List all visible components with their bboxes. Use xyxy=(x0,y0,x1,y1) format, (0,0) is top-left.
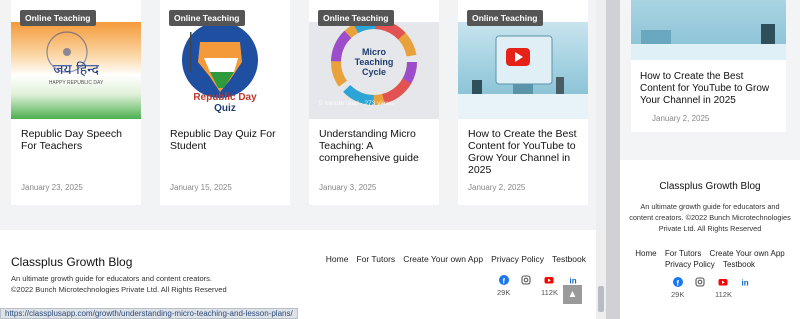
republic-day-image-text: Republic Day xyxy=(193,92,257,103)
post-date: January 23, 2025 xyxy=(21,183,83,192)
footer-link-for-tutors[interactable]: For Tutors xyxy=(665,249,701,258)
youtube-count: 112K xyxy=(541,288,558,297)
quiz-image-text: Quiz xyxy=(214,103,236,114)
facebook-link[interactable]: f 29K xyxy=(671,277,684,299)
jai-hind-text: जय हिन्द xyxy=(53,62,99,78)
main-pane: Online Teaching जय हिन्द HAPPY REPUBLIC … xyxy=(0,0,606,319)
post-date: January 3, 2025 xyxy=(319,183,377,192)
category-badge[interactable]: Online Teaching xyxy=(20,10,96,26)
footer-nav: Home For Tutors Create Your own App Priv… xyxy=(630,248,790,270)
post-card[interactable]: Online Teaching Micro Teaching Cycle 5 m… xyxy=(309,0,439,205)
footer-description: An ultimate growth guide for educators a… xyxy=(11,274,227,294)
category-badge[interactable]: Online Teaching xyxy=(318,10,394,26)
pane-divider[interactable] xyxy=(606,0,620,319)
footer-link-testbook[interactable]: Testbook xyxy=(723,260,755,269)
post-date: January 2, 2025 xyxy=(652,114,710,123)
post-title[interactable]: How to Create the Best Content for YouTu… xyxy=(468,128,583,176)
desk-graphic xyxy=(631,24,786,60)
youtube-count: 112K xyxy=(715,290,732,299)
post-thumbnail[interactable]: Micro Teaching Cycle 5 minute read · 273… xyxy=(309,22,439,119)
post-title[interactable]: Understanding Micro Teaching: A comprehe… xyxy=(319,128,434,164)
youtube-icon xyxy=(718,279,728,286)
facebook-icon: f xyxy=(498,275,509,285)
post-date: January 2, 2025 xyxy=(468,183,526,192)
post-card[interactable]: Online Teaching How to Create the Best C… xyxy=(458,0,588,205)
post-thumbnail[interactable] xyxy=(458,22,588,119)
post-grid: Online Teaching जय हिन्द HAPPY REPUBLIC … xyxy=(11,0,588,205)
svg-text:in: in xyxy=(570,277,577,286)
post-title[interactable]: Republic Day Quiz For Student xyxy=(170,128,285,152)
facebook-icon: f xyxy=(672,277,683,287)
category-badge[interactable]: Online Teaching xyxy=(169,10,245,26)
footer-link-create-app[interactable]: Create Your own App xyxy=(710,249,785,258)
svg-text:in: in xyxy=(742,279,749,288)
linkedin-icon: in xyxy=(570,277,577,286)
happy-republic-day-text: HAPPY REPUBLIC DAY xyxy=(48,80,104,86)
link-status-bar: https://classplusapp.com/growth/understa… xyxy=(0,308,298,319)
youtube-link[interactable]: 112K xyxy=(715,277,732,299)
read-time-overlay: 5 minute read · 273 views xyxy=(319,100,394,107)
footer-brand[interactable]: Classplus Growth Blog xyxy=(11,255,132,269)
footer-link-create-app[interactable]: Create Your own App xyxy=(403,254,483,264)
footer-link-home[interactable]: Home xyxy=(326,254,349,264)
footer-link-testbook[interactable]: Testbook xyxy=(552,254,586,264)
footer-description: An ultimate growth guide for educators a… xyxy=(629,202,791,233)
arrow-up-icon: ▲ xyxy=(567,289,578,300)
instagram-icon xyxy=(521,275,531,285)
footer-nav: Home For Tutors Create Your own App Priv… xyxy=(326,254,586,264)
footer-link-privacy[interactable]: Privacy Policy xyxy=(665,260,715,269)
footer-link-for-tutors[interactable]: For Tutors xyxy=(356,254,395,264)
post-card[interactable]: Online Teaching जय हिन्द HAPPY REPUBLIC … xyxy=(11,0,141,205)
instagram-link[interactable] xyxy=(695,277,705,290)
instagram-link[interactable] xyxy=(521,275,531,288)
post-title[interactable]: Republic Day Speech For Teachers xyxy=(21,128,136,152)
instagram-icon xyxy=(695,277,705,287)
post-thumbnail[interactable]: Republic Day Quiz xyxy=(160,22,290,119)
post-title[interactable]: How to Create the Best Content for YouTu… xyxy=(640,71,780,107)
youtube-desk-graphic xyxy=(458,35,588,119)
facebook-count: 29K xyxy=(497,288,511,297)
linkedin-icon: in xyxy=(742,279,749,288)
footer-link-privacy[interactable]: Privacy Policy xyxy=(491,254,544,264)
youtube-icon xyxy=(544,277,554,284)
facebook-link[interactable]: f 29K xyxy=(497,275,510,297)
youtube-link[interactable]: 112K xyxy=(541,275,558,297)
post-thumbnail[interactable]: जय हिन्द HAPPY REPUBLIC DAY xyxy=(11,22,141,119)
facebook-count: 29K xyxy=(671,290,685,299)
micro-teaching-cycle-text: Micro Teaching Cycle xyxy=(354,47,394,77)
footer-brand[interactable]: Classplus Growth Blog xyxy=(620,181,800,192)
category-badge[interactable]: Online Teaching xyxy=(467,10,543,26)
post-card[interactable]: How to Create the Best Content for YouTu… xyxy=(631,0,786,132)
post-date: January 15, 2025 xyxy=(170,183,232,192)
footer-link-home[interactable]: Home xyxy=(635,249,656,258)
post-thumbnail[interactable] xyxy=(631,0,786,60)
site-footer: Classplus Growth Blog An ultimate growth… xyxy=(620,160,800,319)
scrollbar-thumb[interactable] xyxy=(598,286,604,312)
linkedin-link[interactable]: in xyxy=(741,277,751,290)
right-pane: How to Create the Best Content for YouTu… xyxy=(620,0,800,319)
site-footer: Classplus Growth Blog Home For Tutors Cr… xyxy=(0,230,600,319)
vertical-scrollbar[interactable] xyxy=(596,0,606,319)
post-card[interactable]: Online Teaching Republic Day Quiz Republ… xyxy=(160,0,290,205)
scroll-to-top-button[interactable]: ▲ xyxy=(563,285,582,304)
